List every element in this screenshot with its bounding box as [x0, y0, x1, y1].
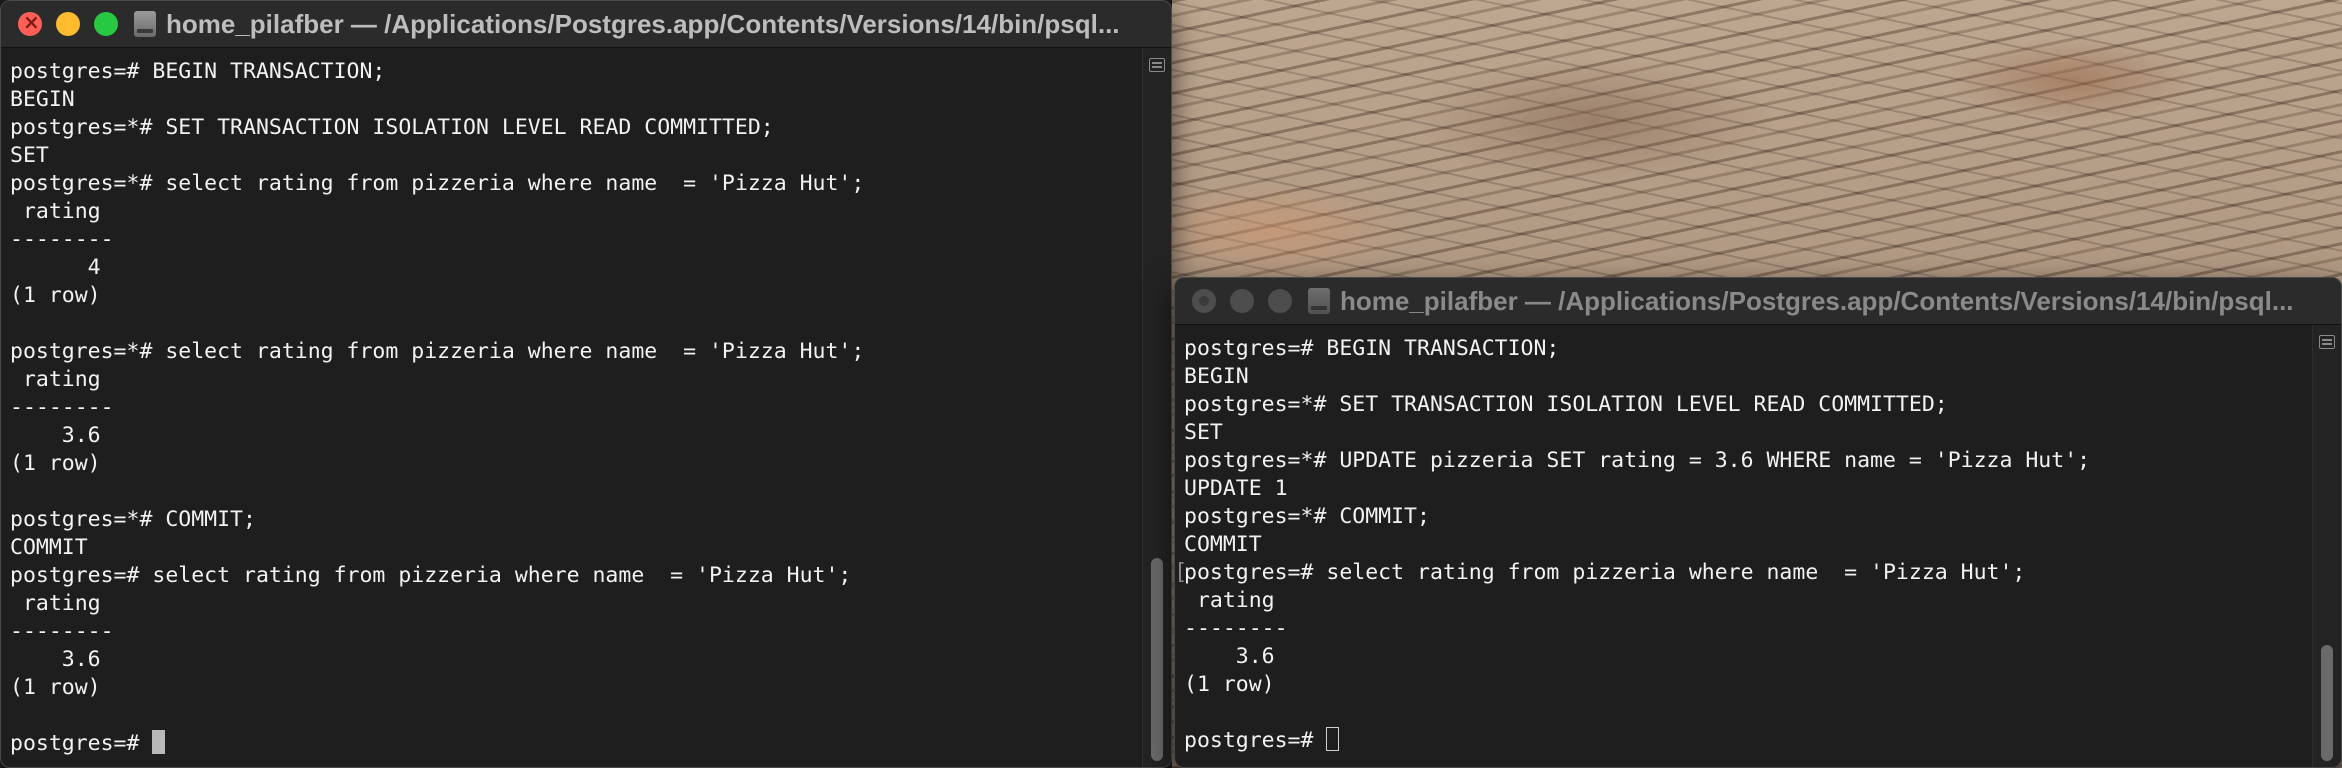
terminal-line: postgres=# BEGIN TRANSACTION; [1184, 336, 1560, 361]
scroll-marks-icon[interactable] [1149, 58, 1165, 72]
close-button[interactable] [1192, 289, 1216, 313]
terminal-output[interactable]: postgres=# BEGIN TRANSACTION; BEGIN post… [1, 48, 1143, 767]
zoom-button[interactable] [94, 12, 118, 36]
selection-bracket-left: [ [1174, 560, 1188, 585]
terminal-line: postgres=*# UPDATE pizzeria SET rating =… [1184, 448, 2091, 473]
terminal-line: postgres=*# select rating from pizzeria … [10, 339, 865, 364]
terminal-line: UPDATE 1 [1184, 476, 1288, 501]
terminal-line: -------- [1184, 616, 1288, 641]
terminal-line: rating [10, 199, 101, 224]
terminal-line: 4 [10, 255, 101, 280]
terminal-line: BEGIN [1184, 364, 1249, 389]
scrollbar[interactable] [2312, 325, 2341, 767]
title-bar[interactable]: home_pilafber — /Applications/Postgres.a… [1175, 278, 2341, 325]
minimize-button[interactable] [56, 12, 80, 36]
terminal-line: postgres=*# SET TRANSACTION ISOLATION LE… [1184, 392, 1948, 417]
terminal-line: SET [1184, 420, 1223, 445]
zoom-button[interactable] [1268, 289, 1292, 313]
close-button[interactable] [18, 10, 42, 36]
terminal-line: postgres=# BEGIN TRANSACTION; [10, 59, 386, 84]
window-title: home_pilafber — /Applications/Postgres.a… [1340, 285, 2294, 316]
terminal-line: (1 row) [10, 451, 101, 476]
text-cursor [152, 730, 166, 754]
title-bar[interactable]: home_pilafber — /Applications/Postgres.a… [1, 1, 1171, 48]
terminal-line: rating [10, 591, 101, 616]
scrollbar-thumb[interactable] [1151, 558, 1163, 761]
terminal-line: BEGIN [10, 87, 75, 112]
terminal-line: COMMIT [10, 535, 88, 560]
terminal-window-left[interactable]: home_pilafber — /Applications/Postgres.a… [0, 0, 1172, 768]
window-title: home_pilafber — /Applications/Postgres.a… [166, 8, 1120, 39]
minimize-button[interactable] [1230, 289, 1254, 313]
prompt-text: postgres=# [10, 731, 153, 756]
scroll-marks-icon[interactable] [2319, 335, 2335, 349]
terminal-line: -------- [10, 619, 114, 644]
prompt-text: postgres=# [1184, 728, 1327, 753]
traffic-lights [1175, 289, 1292, 313]
terminal-line: postgres=*# COMMIT; [10, 507, 256, 532]
traffic-lights [1, 10, 118, 36]
disk-icon [1308, 288, 1330, 314]
scrollbar-thumb[interactable] [2321, 645, 2333, 761]
terminal-line: 3.6 [1184, 644, 1275, 669]
terminal-line: rating [1184, 588, 1275, 613]
terminal-line: COMMIT [1184, 532, 1262, 557]
terminal-output[interactable]: postgres=# BEGIN TRANSACTION; BEGIN post… [1175, 325, 2313, 767]
terminal-window-right[interactable]: home_pilafber — /Applications/Postgres.a… [1174, 277, 2342, 768]
terminal-line: 3.6 [10, 647, 101, 672]
terminal-line: (1 row) [10, 675, 101, 700]
terminal-line: (1 row) [1184, 672, 1275, 697]
terminal-line: SET [10, 143, 49, 168]
disk-icon [134, 11, 156, 37]
terminal-line: (1 row) [10, 283, 101, 308]
terminal-line: -------- [10, 395, 114, 420]
scrollbar[interactable] [1142, 48, 1171, 767]
terminal-line: rating [10, 367, 101, 392]
terminal-line: postgres=# select rating from pizzeria w… [10, 563, 852, 588]
terminal-line: -------- [10, 227, 114, 252]
terminal-line: 3.6 [10, 423, 101, 448]
terminal-line: postgres=# select rating from pizzeria w… [1184, 560, 2026, 585]
text-cursor [1326, 727, 1340, 751]
terminal-line: postgres=*# select rating from pizzeria … [10, 171, 865, 196]
prompt-line[interactable]: postgres=# [10, 730, 1143, 758]
terminal-line: postgres=*# COMMIT; [1184, 504, 1430, 529]
terminal-line: postgres=*# SET TRANSACTION ISOLATION LE… [10, 115, 774, 140]
prompt-line[interactable]: postgres=# [1184, 727, 2313, 755]
